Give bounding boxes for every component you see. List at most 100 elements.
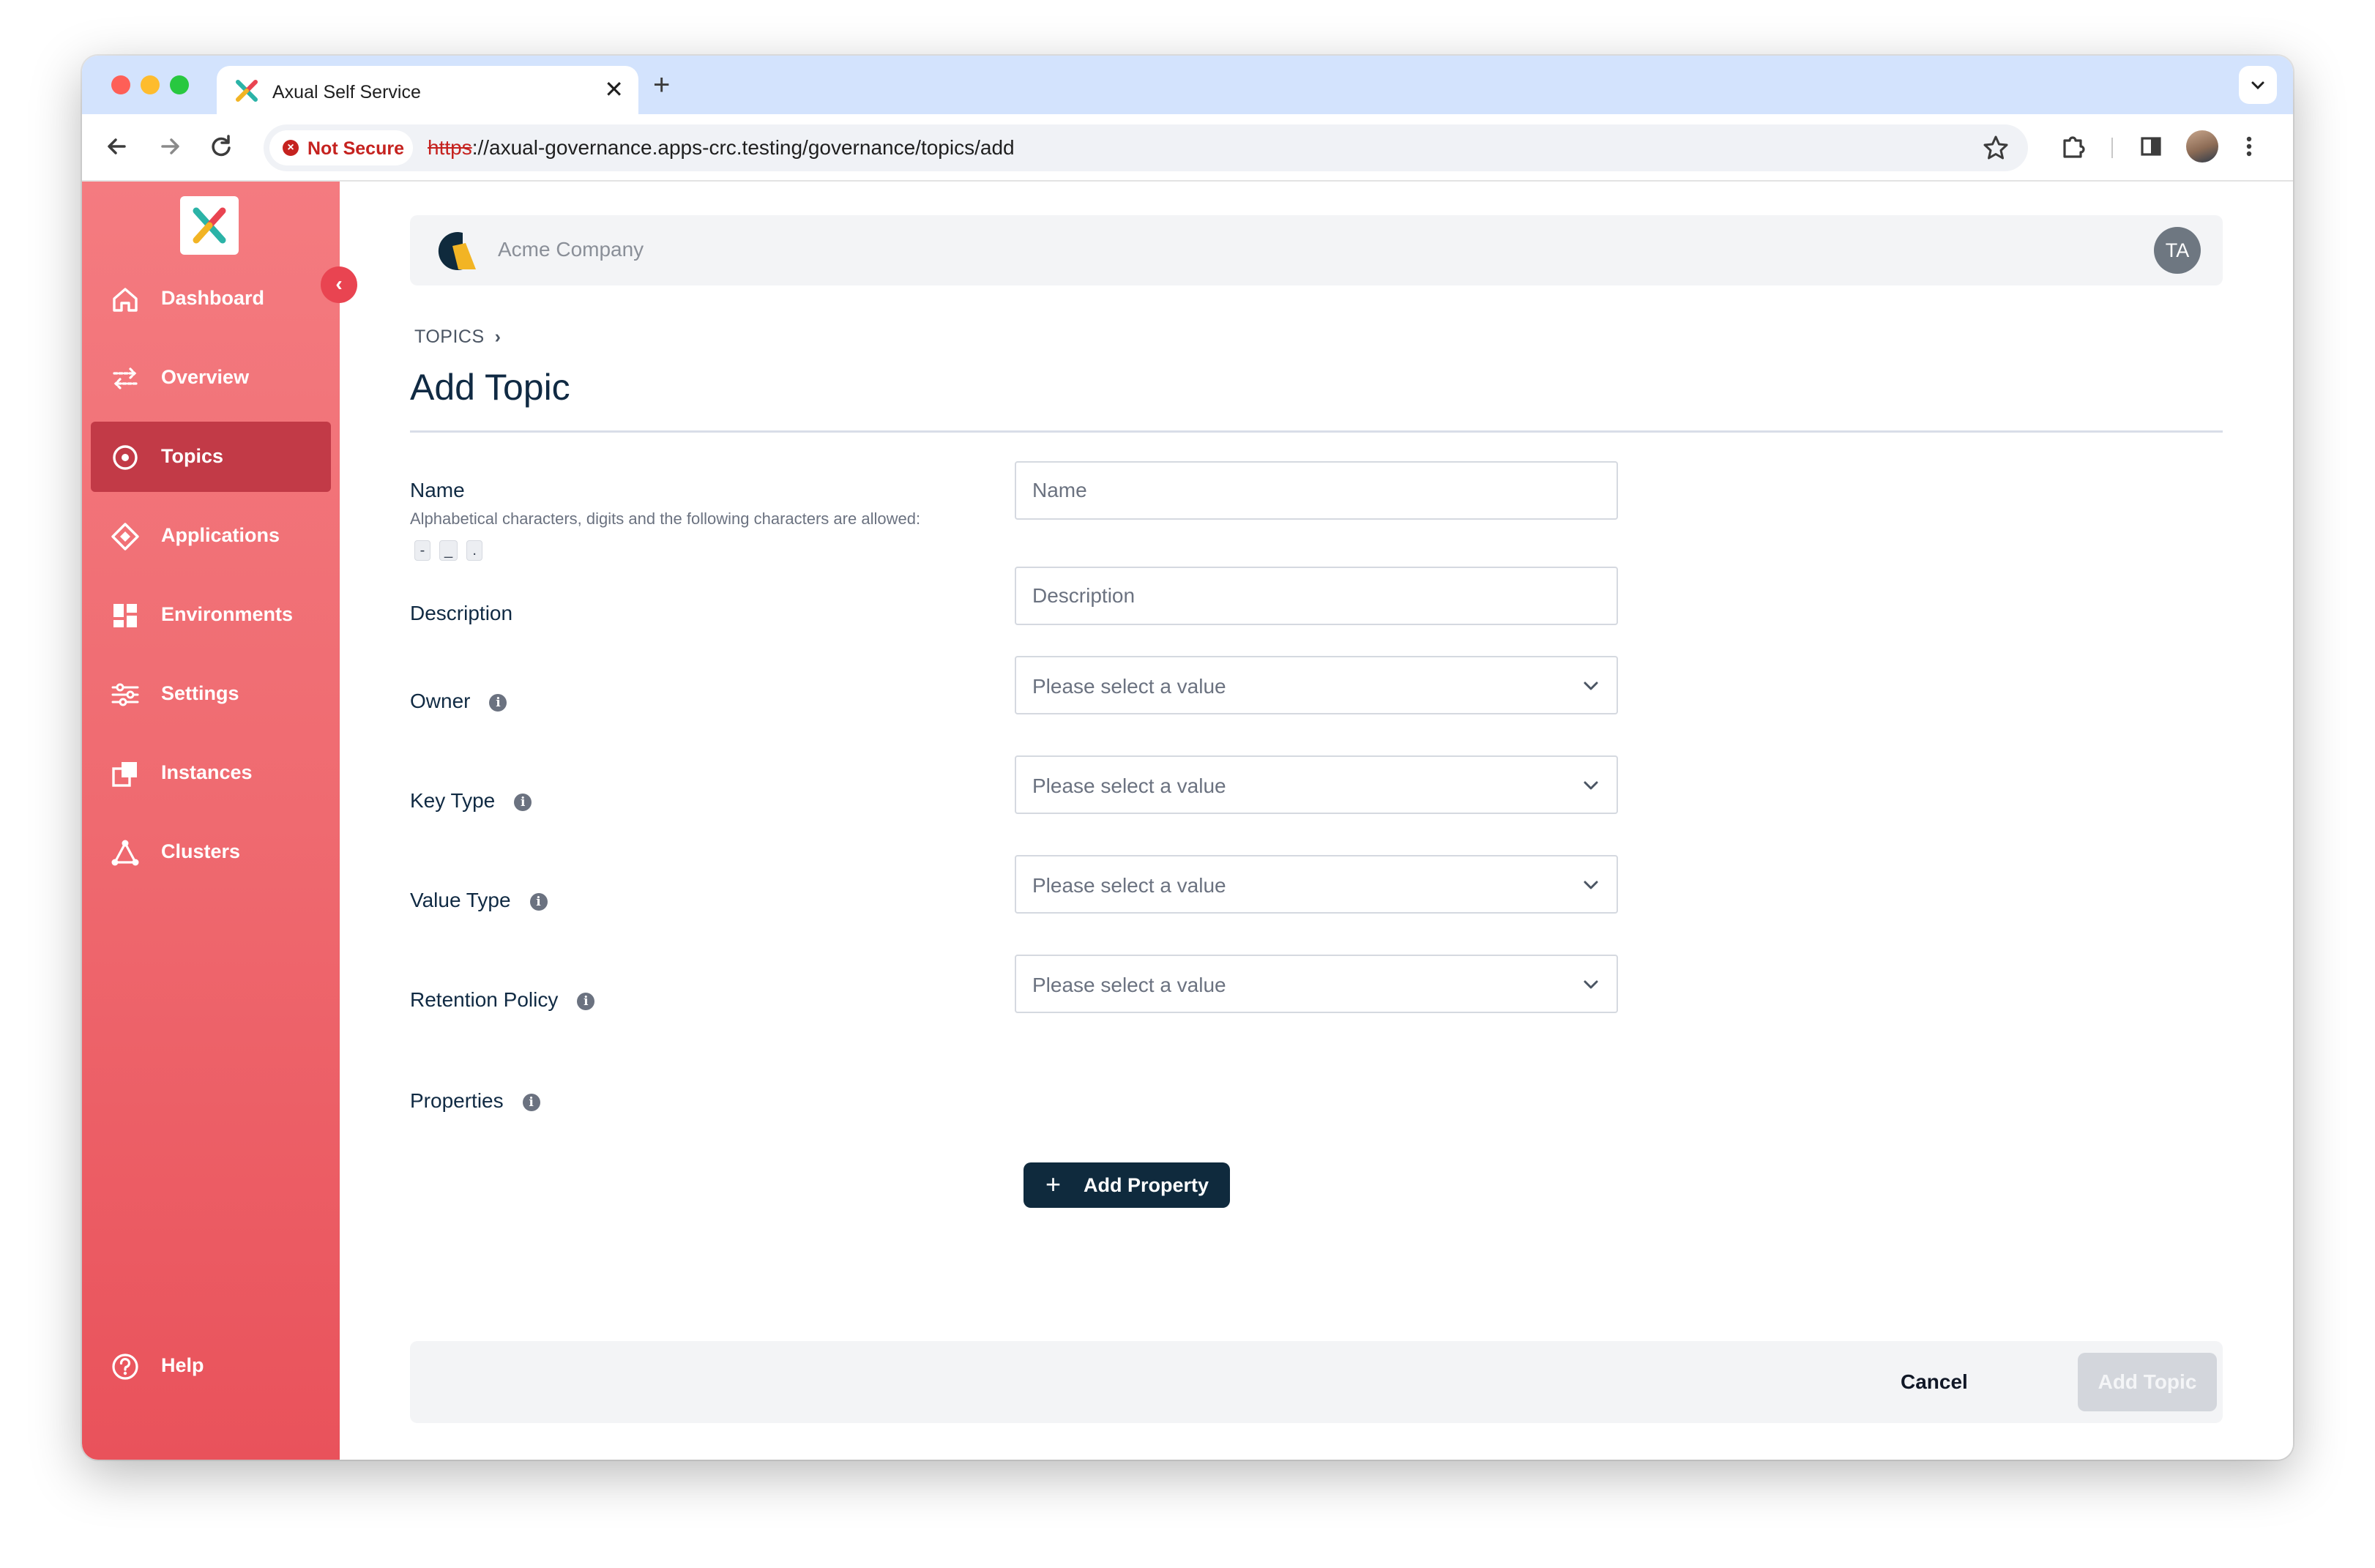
address-bar[interactable]: × Not Secure https://axual-governance.ap… [264, 124, 2028, 171]
chevron-down-icon [2251, 81, 2264, 90]
owner-info-icon[interactable]: i [489, 693, 507, 712]
retention-policy-select[interactable]: Please select a value [1015, 955, 1618, 1013]
help-label: Help [161, 1354, 204, 1376]
value-type-select[interactable]: Please select a value [1015, 855, 1618, 914]
side-panel-icon[interactable] [2132, 127, 2170, 165]
sidebar: Dashboard Overview Topics Applications E… [82, 182, 340, 1460]
arrows-exchange-icon [113, 367, 138, 389]
target-icon [113, 445, 138, 470]
extensions-puzzle-icon[interactable] [2054, 127, 2092, 165]
sidebar-item-topics[interactable]: Topics [91, 422, 331, 492]
key-type-info-icon[interactable]: i [514, 793, 532, 811]
app-root: Dashboard Overview Topics Applications E… [82, 182, 2293, 1460]
grid-icon [113, 604, 137, 627]
name-help-text: Alphabetical characters, digits and the … [410, 504, 937, 565]
url-text[interactable]: https://axual-governance.apps-crc.testin… [428, 136, 1015, 160]
key-type-select-value: Please select a value [1032, 774, 1226, 797]
sidebar-item-label: Instances [161, 761, 253, 783]
browser-window: Axual Self Service ✕ + × Not Secure http… [82, 56, 2293, 1460]
close-tab-icon[interactable]: ✕ [604, 76, 624, 102]
sidebar-item-environments[interactable]: Environments [91, 580, 331, 650]
sidebar-item-label: Overview [161, 366, 250, 388]
chevron-down-icon [1584, 682, 1598, 690]
chevron-right-icon: › [494, 326, 502, 347]
main-content: Acme Company TA TOPICS › Add Topic Name A… [340, 182, 2293, 1460]
new-tab-button[interactable]: + [653, 67, 670, 102]
bookmark-star-icon[interactable] [1981, 133, 2010, 163]
add-topic-button[interactable]: Add Topic [2078, 1353, 2217, 1411]
retention-policy-label: Retention Policy i [410, 988, 595, 1012]
page-title: Add Topic [410, 367, 570, 408]
back-arrow-icon[interactable] [98, 127, 136, 165]
breadcrumb-topics-link[interactable]: TOPICS [414, 326, 485, 347]
owner-select[interactable]: Please select a value [1015, 656, 1618, 714]
triangle-nodes-icon [111, 840, 139, 866]
allowed-char-dot: . [466, 540, 483, 561]
name-label: Name [410, 479, 465, 501]
breadcrumb: TOPICS › [414, 326, 501, 348]
sidebar-item-overview[interactable]: Overview [91, 343, 331, 413]
form-footer: Cancel Add Topic [410, 1341, 2223, 1423]
sidebar-item-settings[interactable]: Settings [91, 659, 331, 729]
forward-arrow-icon[interactable] [151, 127, 189, 165]
help-circle-icon [112, 1354, 138, 1380]
name-input[interactable] [1015, 461, 1618, 520]
browser-tab-bar: Axual Self Service ✕ + [82, 56, 2293, 114]
organization-header: Acme Company TA [410, 215, 2223, 285]
properties-info-icon[interactable]: i [522, 1093, 540, 1111]
more-options-icon[interactable] [2242, 127, 2256, 165]
browser-toolbar: × Not Secure https://axual-governance.ap… [82, 114, 2293, 182]
key-type-label: Key Type i [410, 789, 532, 813]
name-help-prefix: Alphabetical characters, digits and the … [410, 509, 921, 528]
value-type-label: Value Type i [410, 889, 548, 912]
sidebar-item-label: Environments [161, 603, 294, 625]
value-type-info-icon[interactable]: i [529, 892, 548, 911]
tab-search-button[interactable] [2239, 66, 2277, 104]
owner-label: Owner i [410, 690, 507, 713]
plus-icon: + [1045, 1169, 1062, 1199]
close-window-button[interactable] [111, 75, 130, 94]
security-indicator[interactable]: × Not Secure [269, 130, 413, 165]
sidebar-item-dashboard[interactable]: Dashboard [91, 264, 331, 334]
value-type-select-value: Please select a value [1032, 874, 1226, 897]
browser-tab-active[interactable]: Axual Self Service ✕ [217, 66, 638, 114]
user-avatar[interactable]: TA [2154, 227, 2201, 274]
url-path: ://axual-governance.apps-crc.testing/gov… [471, 136, 1015, 159]
description-label: Description [410, 602, 513, 624]
sidebar-item-applications[interactable]: Applications [91, 501, 331, 571]
toolbar-separator [2111, 138, 2113, 158]
key-type-select[interactable]: Please select a value [1015, 755, 1618, 814]
maximize-window-button[interactable] [170, 75, 189, 94]
sidebar-item-label: Topics [161, 445, 224, 467]
sidebar-item-instances[interactable]: Instances [91, 738, 331, 808]
sidebar-item-label: Clusters [161, 840, 241, 862]
chevron-down-icon [1584, 881, 1598, 889]
add-property-label: Add Property [1084, 1174, 1209, 1196]
profile-avatar[interactable] [2186, 130, 2218, 163]
company-logo-icon [438, 232, 476, 270]
reload-icon[interactable] [202, 127, 240, 165]
diamond-icon [111, 523, 139, 550]
key-type-label-text: Key Type [410, 789, 496, 812]
collapse-sidebar-button[interactable]: ‹ [321, 266, 357, 303]
sliders-icon [111, 683, 139, 706]
tab-title: Axual Self Service [272, 82, 421, 102]
properties-label-text: Properties [410, 1089, 504, 1112]
minimize-window-button[interactable] [141, 75, 160, 94]
allowed-char-underscore: _ [439, 540, 458, 561]
retention-policy-info-icon[interactable]: i [577, 992, 595, 1010]
warning-icon: × [283, 140, 299, 156]
owner-select-value: Please select a value [1032, 675, 1226, 698]
owner-label-text: Owner [410, 690, 471, 712]
cancel-button[interactable]: Cancel [1893, 1362, 1975, 1403]
sidebar-item-clusters[interactable]: Clusters [91, 817, 331, 887]
description-input[interactable] [1015, 567, 1618, 625]
app-logo[interactable] [180, 196, 239, 255]
organization-name: Acme Company [498, 238, 644, 261]
sidebar-item-label: Applications [161, 524, 280, 546]
allowed-char-dash: - [414, 540, 430, 561]
sidebar-item-help[interactable]: Help [91, 1331, 331, 1401]
url-scheme: https [428, 136, 472, 159]
add-property-button[interactable]: + Add Property [1024, 1162, 1230, 1208]
instances-icon [112, 762, 137, 787]
